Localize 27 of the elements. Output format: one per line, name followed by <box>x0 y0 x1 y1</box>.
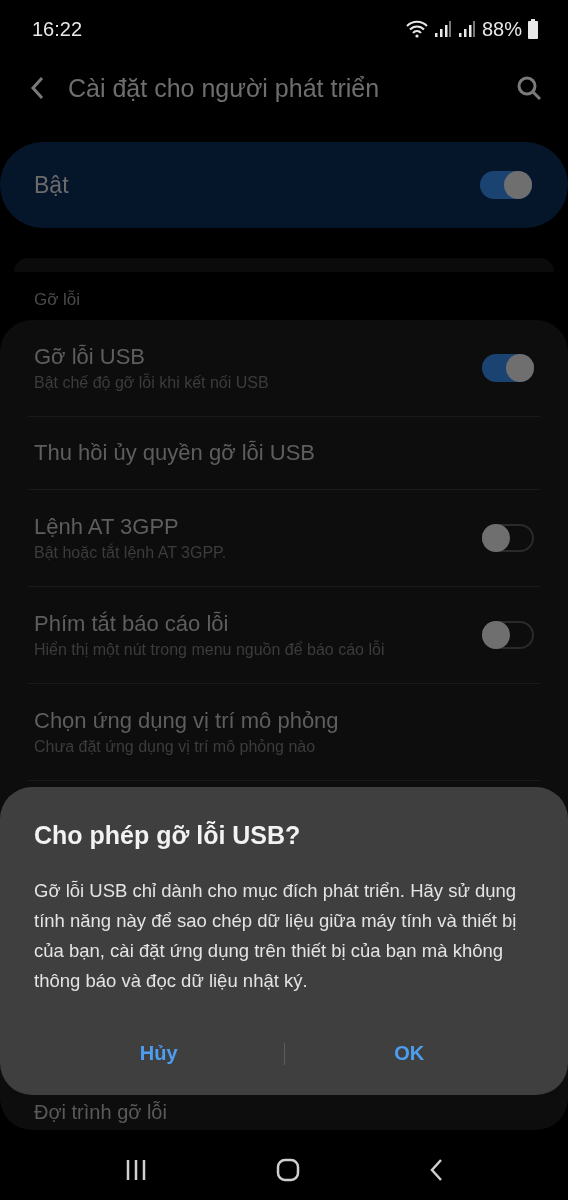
toggle-switch[interactable] <box>482 354 534 382</box>
row-title: Thu hồi ủy quyền gỡ lỗi USB <box>34 440 316 466</box>
recents-icon[interactable] <box>124 1159 147 1181</box>
row-title: Lệnh AT 3GPP <box>34 514 180 540</box>
home-icon[interactable] <box>276 1158 300 1182</box>
signal-icon <box>457 20 476 38</box>
page-title: Cài đặt cho người phát triển <box>68 73 381 103</box>
row-title: Đợi trình gỡ lỗi <box>33 1101 168 1125</box>
section-title: Gỡ lỗi <box>33 289 82 311</box>
settings-row[interactable]: Thu hồi ủy quyền gỡ lỗi USB <box>28 417 540 490</box>
signal-icon <box>433 20 452 38</box>
battery-percent: 88% <box>481 17 522 41</box>
dialog-message: Gỡ lỗi USB chỉ dành cho mục đích phát triển. Hãy sử dụng tính năng này để sao chép dữ liệu giữa máy tính và thiết bị của bạn, cài đặt ứng dụng trên thiết bị của bạn mà không thông báo và đọc dữ liệu nhật ký. <box>34 879 518 993</box>
toggle-switch[interactable] <box>480 171 532 199</box>
battery-icon <box>528 19 538 39</box>
row-title: Phím tắt báo cáo lỗi <box>34 611 230 637</box>
dialog-button[interactable]: Hủy <box>34 1034 284 1073</box>
master-switch-label: Bật <box>34 171 69 199</box>
toggle-switch[interactable] <box>482 524 534 552</box>
toggle-switch[interactable] <box>482 621 534 649</box>
row-title: Gỡ lỗi USB <box>34 344 146 370</box>
status-time: 16:22 <box>32 17 83 41</box>
dialog-title: Cho phép gỡ lỗi USB? <box>34 821 302 850</box>
row-title: Chọn ứng dụng vị trí mô phỏng <box>34 708 339 734</box>
search-icon[interactable] <box>516 75 542 101</box>
dialog-button[interactable]: OK <box>284 1034 534 1073</box>
wifi-icon <box>405 20 428 38</box>
